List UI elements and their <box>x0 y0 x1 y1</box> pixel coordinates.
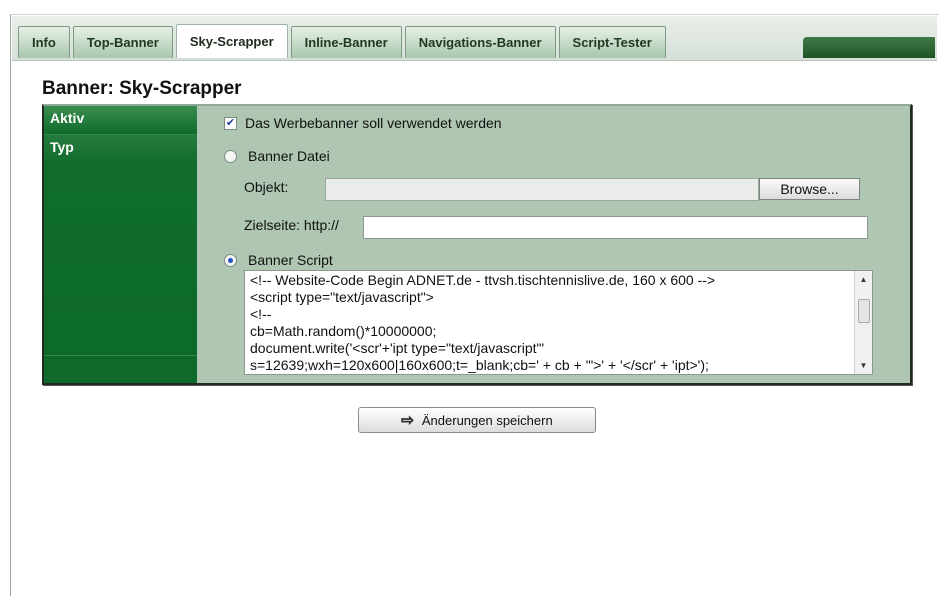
active-checkbox-label: Das Werbebanner soll verwendet werden <box>245 115 502 131</box>
scroll-up-icon[interactable]: ▲ <box>855 271 872 288</box>
page-title: Banner: Sky-Scrapper <box>42 78 242 99</box>
save-changes-button[interactable]: ⇨ Änderungen speichern <box>358 407 596 433</box>
sidebar-label-aktiv: Aktiv <box>44 106 197 135</box>
tab-info[interactable]: Info <box>18 26 70 58</box>
tab-top-banner[interactable]: Top-Banner <box>72 26 173 58</box>
zielseite-label: Zielseite: http:// <box>244 217 339 233</box>
scroll-thumb[interactable] <box>858 299 870 323</box>
settings-content: ✔ Das Werbebanner soll verwendet werden … <box>197 106 910 383</box>
sidebar-label-typ: Typ <box>44 135 197 356</box>
banner-script-label: Banner Script <box>248 252 333 268</box>
script-scrollbar[interactable]: ▲ ▼ <box>854 271 872 374</box>
banner-datei-row[interactable]: Banner Datei <box>224 148 330 164</box>
tab-strip: Info Top-Banner Sky-Scrapper Inline-Bann… <box>18 24 666 58</box>
banner-datei-radio[interactable] <box>224 149 237 163</box>
arrow-right-icon: ⇨ <box>401 412 415 430</box>
banner-script-row[interactable]: Banner Script <box>224 252 333 268</box>
scroll-down-icon[interactable]: ▼ <box>855 357 872 374</box>
active-checkbox-row[interactable]: ✔ Das Werbebanner soll verwendet werden <box>224 115 502 131</box>
zielseite-input[interactable] <box>363 216 868 239</box>
tab-bar-accent <box>803 37 935 58</box>
banner-datei-label: Banner Datei <box>248 148 330 164</box>
banner-settings-panel: Aktiv Typ ✔ Das Werbebanner soll verwend… <box>42 104 912 385</box>
save-changes-label: Änderungen speichern <box>421 412 553 428</box>
banner-script-textarea[interactable]: <!-- Website-Code Begin ADNET.de - ttvsh… <box>244 270 873 375</box>
tab-sky-scrapper[interactable]: Sky-Scrapper <box>175 24 288 58</box>
settings-sidebar: Aktiv Typ <box>44 106 197 383</box>
tab-inline-banner[interactable]: Inline-Banner <box>290 26 402 58</box>
tab-navigations-banner[interactable]: Navigations-Banner <box>404 26 556 58</box>
banner-script-text[interactable]: <!-- Website-Code Begin ADNET.de - ttvsh… <box>250 272 850 374</box>
tab-script-tester[interactable]: Script-Tester <box>558 26 666 58</box>
active-checkbox[interactable]: ✔ <box>224 116 237 130</box>
banner-script-radio[interactable] <box>224 253 237 267</box>
objekt-file-field[interactable] <box>325 178 759 201</box>
objekt-label: Objekt: <box>244 179 289 195</box>
browse-button[interactable]: Browse... <box>759 178 860 200</box>
